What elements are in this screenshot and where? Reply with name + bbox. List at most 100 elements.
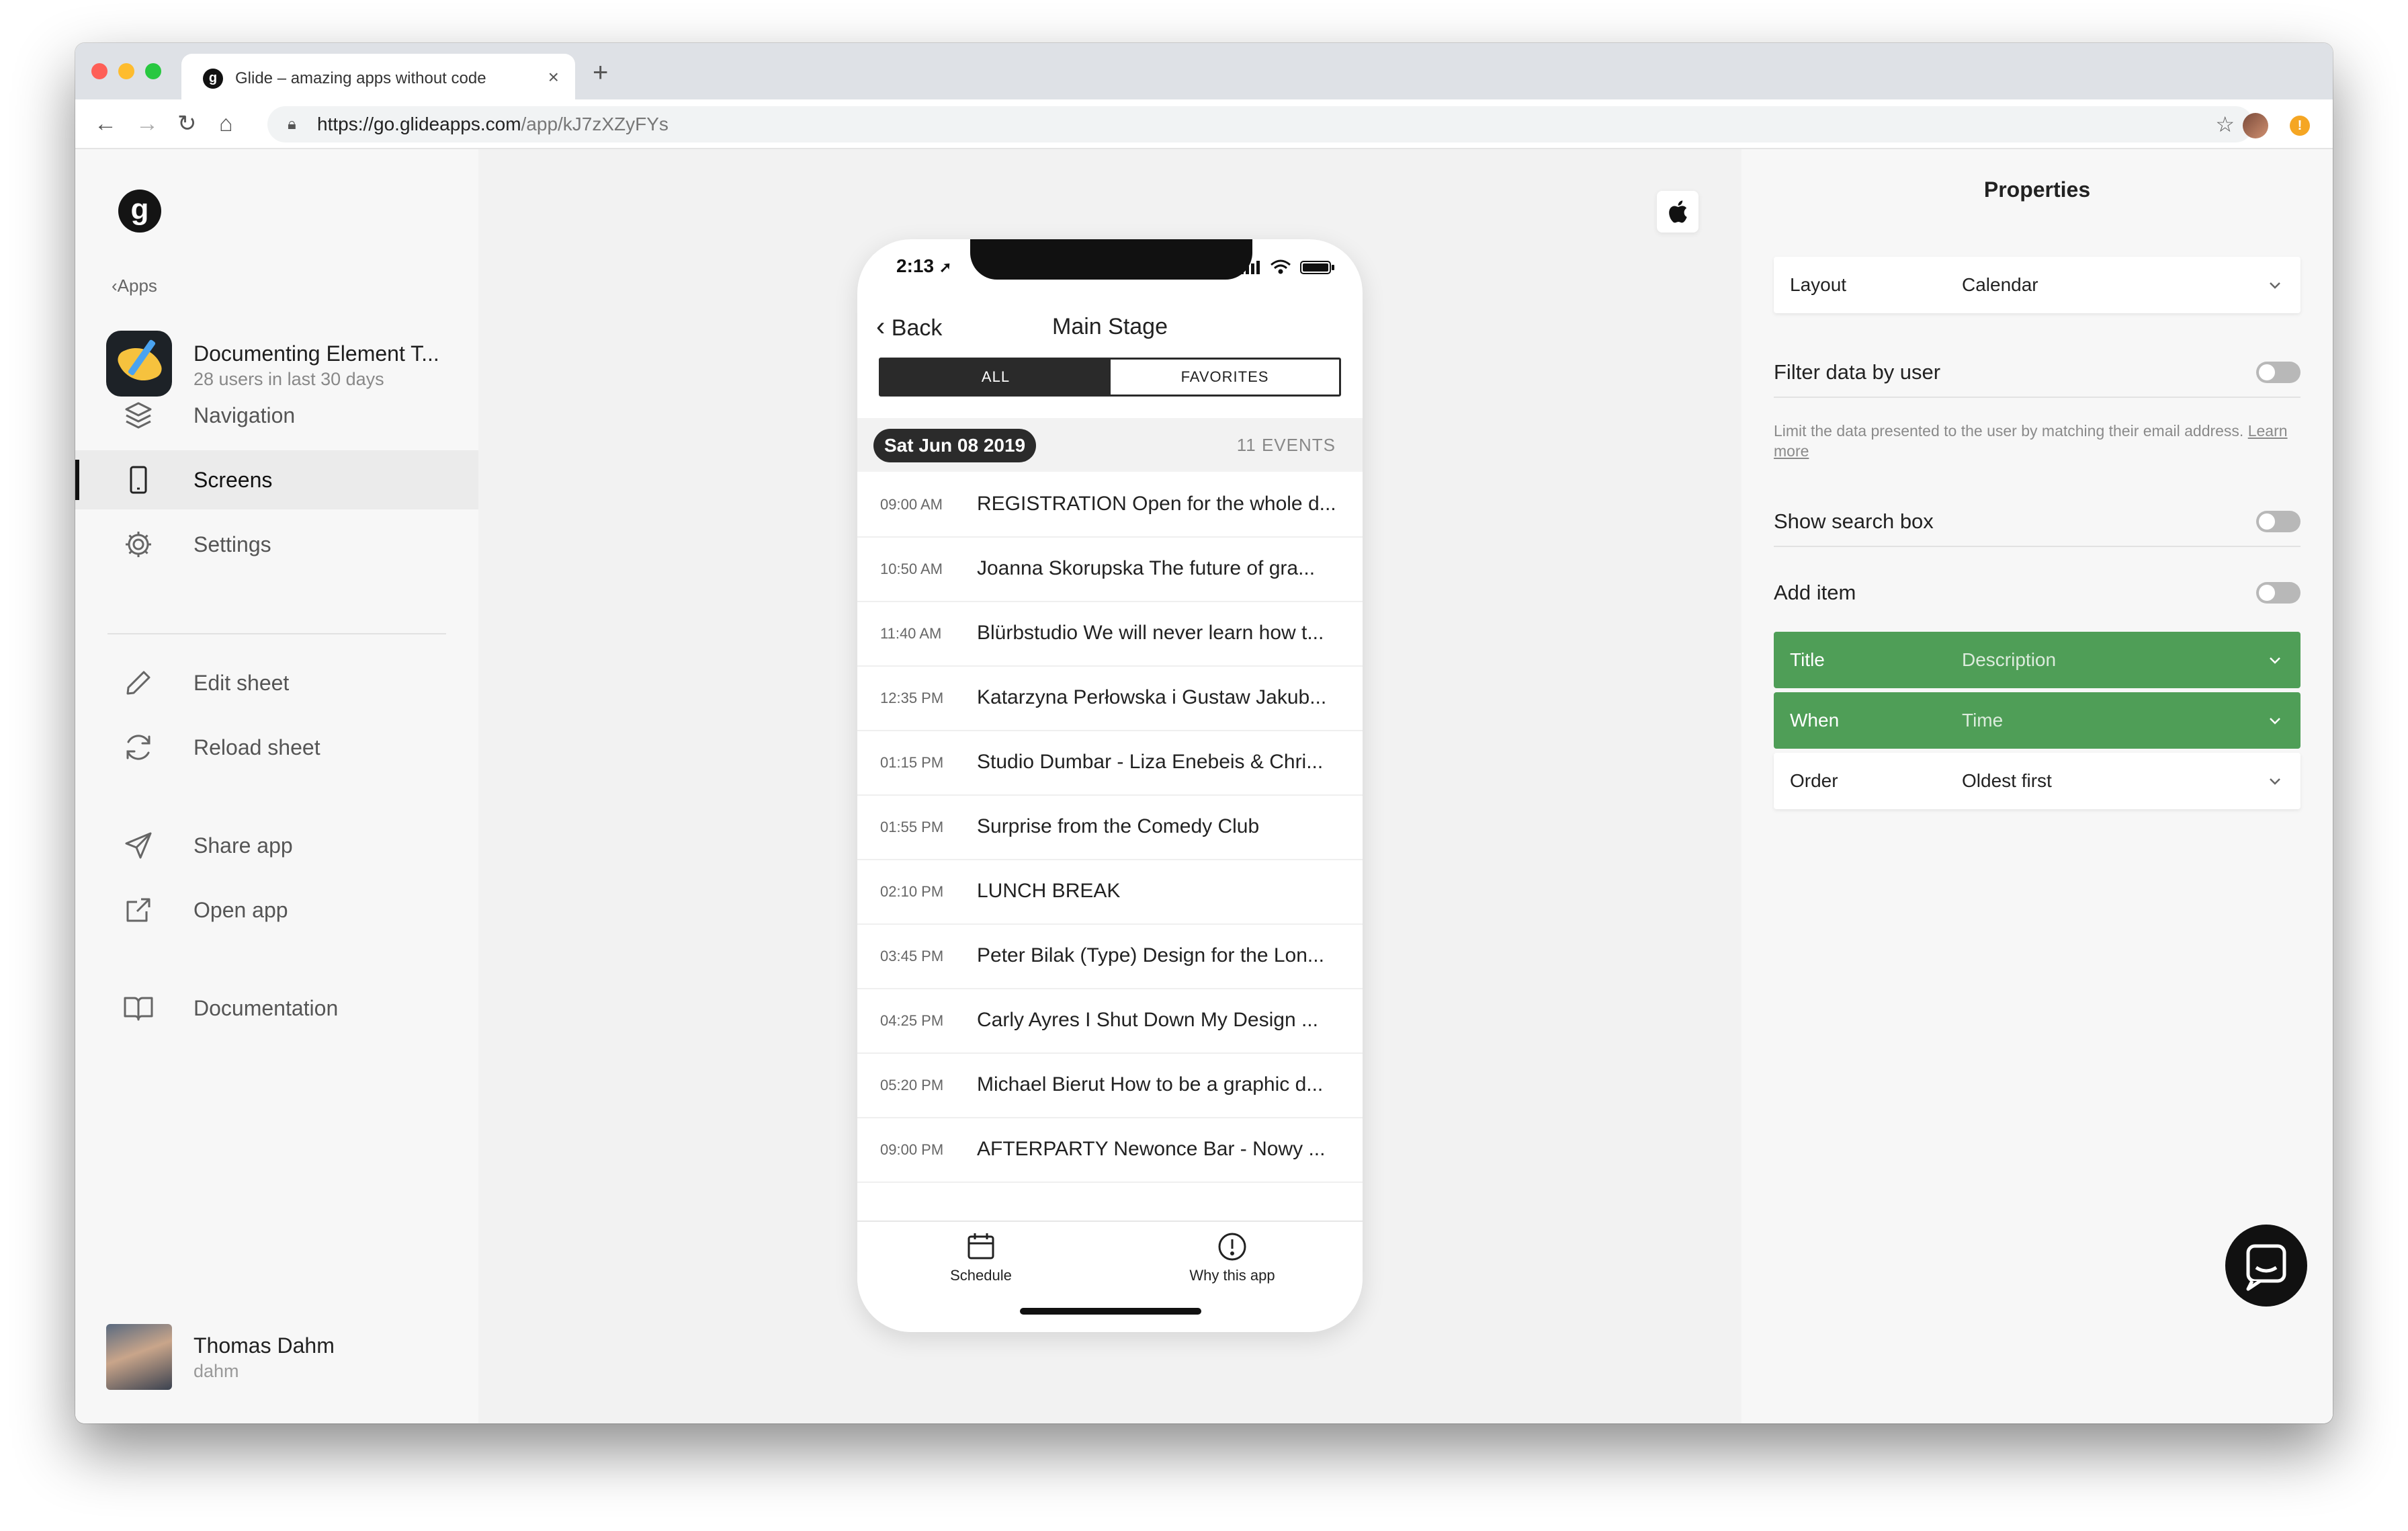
book-icon <box>124 997 153 1021</box>
event-row[interactable]: 02:10 PM LUNCH BREAK <box>857 860 1363 925</box>
filter-by-user-toggle[interactable] <box>2256 362 2300 383</box>
home-indicator <box>1020 1308 1201 1315</box>
filter-by-user-label: Filter data by user <box>1774 360 1941 384</box>
title-field-label: Title <box>1790 649 1825 670</box>
address-bar[interactable]: 🔒︎ https://go.glideapps.com/app/kJ7zXZyF… <box>267 106 2253 142</box>
browser-tab[interactable]: g Glide – amazing apps without code × <box>181 54 575 99</box>
event-time: 12:35 PM <box>880 690 944 706</box>
bookmark-star-icon[interactable]: ☆ <box>2215 113 2235 136</box>
sidebar-item-edit-sheet[interactable]: Edit sheet <box>75 653 478 712</box>
tab-schedule[interactable]: Schedule <box>914 1231 1048 1284</box>
date-header: Sat Jun 08 2019 11 EVENTS <box>857 418 1363 472</box>
sidebar-item-label: Settings <box>194 532 271 556</box>
layout-value: Calendar <box>1962 274 2038 295</box>
layout-select[interactable]: Layout Calendar <box>1774 257 2300 313</box>
tab-why-this-app[interactable]: Why this app <box>1165 1231 1299 1284</box>
layers-icon <box>125 402 152 429</box>
info-circle-icon <box>1218 1233 1246 1261</box>
update-alert-icon[interactable]: ! <box>2290 116 2310 136</box>
event-time: 10:50 AM <box>880 561 943 577</box>
external-link-icon <box>126 898 150 922</box>
event-count: 11 EVENTS <box>1236 435 1336 455</box>
browser-window: g Glide – amazing apps without code × + … <box>75 43 2333 1423</box>
support-chat-button[interactable] <box>2225 1225 2307 1307</box>
sidebar-item-settings[interactable]: Settings <box>75 515 478 574</box>
when-field-select[interactable]: When Time <box>1774 692 2300 749</box>
filter-by-user-row: Filter data by user <box>1774 349 2300 398</box>
refresh-icon <box>126 735 150 760</box>
sidebar-item-open-app[interactable]: Open app <box>75 880 478 940</box>
close-icon[interactable]: × <box>548 66 559 89</box>
new-tab-button[interactable]: + <box>593 59 608 86</box>
event-row[interactable]: 05:20 PM Michael Bierut How to be a graph… <box>857 1054 1363 1118</box>
segment-all[interactable]: ALL <box>881 360 1111 395</box>
when-field-label: When <box>1790 710 1840 731</box>
date-pill: Sat Jun 08 2019 <box>873 429 1037 462</box>
event-row[interactable]: 04:25 PM Carly Ayres I Shut Down My Desig… <box>857 989 1363 1054</box>
event-row[interactable]: 11:40 AM Blürbstudio We will never learn … <box>857 602 1363 667</box>
sidebar-item-label: Open app <box>194 898 288 922</box>
filter-help-text: Limit the data presented to the user by … <box>1774 422 2288 460</box>
back-button[interactable]: ‹ Back <box>876 313 942 341</box>
sidebar-item-share-app[interactable]: Share app <box>75 816 478 875</box>
sidebar-item-label: Share app <box>194 833 293 858</box>
sidebar-divider <box>108 633 446 634</box>
home-icon[interactable]: ⌂ <box>219 109 233 138</box>
gear-icon <box>126 532 151 557</box>
tab-label: Schedule <box>950 1267 1012 1284</box>
app-name: Documenting Element T... <box>194 341 439 366</box>
chevron-left-icon: ‹ <box>876 312 886 341</box>
event-row[interactable]: 09:00 PM AFTERPARTY Newonce Bar - Nowy ..… <box>857 1118 1363 1183</box>
sidebar-item-label: Reload sheet <box>194 735 320 759</box>
glide-app: g ‹Apps Documenting Element T... 28 user… <box>75 149 2333 1423</box>
event-title: Peter Bilak (Type) Design for the Lon... <box>977 944 1324 966</box>
close-window-button[interactable] <box>91 63 108 79</box>
glide-logo-icon[interactable]: g <box>118 190 161 233</box>
segment-favorites[interactable]: FAVORITES <box>1111 360 1339 395</box>
browser-profile-avatar[interactable] <box>2243 113 2268 138</box>
event-title: Michael Bierut How to be a graphic d... <box>977 1073 1324 1095</box>
show-search-toggle[interactable] <box>2256 511 2300 532</box>
add-item-toggle[interactable] <box>2256 582 2300 604</box>
sidebar-item-navigation[interactable]: Navigation <box>75 386 478 445</box>
event-time: 03:45 PM <box>880 948 944 964</box>
layout-label: Layout <box>1790 274 1847 295</box>
back-to-apps-link[interactable]: ‹Apps <box>112 276 157 296</box>
tab-title: Glide – amazing apps without code <box>235 69 486 87</box>
event-row[interactable]: 01:55 PM Surprise from the Comedy Club <box>857 796 1363 860</box>
sidebar-item-reload-sheet[interactable]: Reload sheet <box>75 718 478 777</box>
when-field-value: Time <box>1962 710 2004 731</box>
show-search-label: Show search box <box>1774 509 1934 533</box>
tab-label: Why this app <box>1189 1267 1275 1284</box>
sidebar-item-documentation[interactable]: Documentation <box>75 979 478 1038</box>
add-item-label: Add item <box>1774 581 1856 604</box>
event-row[interactable]: 12:35 PM Katarzyna Perłowska i Gustaw Jak… <box>857 667 1363 731</box>
event-title: Joanna Skorupska The future of gra... <box>977 557 1316 579</box>
forward-arrow-icon[interactable]: → <box>136 109 159 138</box>
minimize-window-button[interactable] <box>118 63 134 79</box>
back-arrow-icon[interactable]: ← <box>94 109 117 138</box>
properties-title: Properties <box>1983 177 2091 202</box>
sidebar-item-screens[interactable]: Screens <box>75 450 478 509</box>
order-value: Oldest first <box>1962 770 2052 791</box>
user-avatar[interactable] <box>106 1324 172 1390</box>
tab-strip: g Glide – amazing apps without code × + <box>75 43 2333 99</box>
reload-icon[interactable]: ↻ <box>177 109 197 138</box>
ios-preview-toggle[interactable] <box>1657 191 1698 233</box>
event-time: 11:40 AM <box>880 625 942 642</box>
event-time: 01:15 PM <box>880 754 944 771</box>
maximize-window-button[interactable] <box>145 63 161 79</box>
chevron-down-icon <box>2270 657 2280 664</box>
order-select[interactable]: Order Oldest first <box>1774 753 2300 809</box>
sidebar-item-label: Edit sheet <box>194 671 290 695</box>
event-row[interactable]: 09:00 AM REGISTRATION Open for the whole … <box>857 473 1363 538</box>
event-row[interactable]: 03:45 PM Peter Bilak (Type) Design for th… <box>857 925 1363 989</box>
chevron-down-icon <box>2270 778 2280 785</box>
title-field-select[interactable]: Title Description <box>1774 632 2300 688</box>
event-row[interactable]: 10:50 AM Joanna Skorupska The future of g… <box>857 538 1363 602</box>
user-name: Thomas Dahm <box>194 1333 335 1358</box>
event-row[interactable]: 01:15 PM Studio Dumbar - Liza Enebeis & C… <box>857 731 1363 796</box>
send-icon <box>125 832 152 859</box>
signal-icon <box>1240 261 1260 274</box>
url-text: https://go.glideapps.com/app/kJ7zXZyFYs <box>317 114 669 134</box>
